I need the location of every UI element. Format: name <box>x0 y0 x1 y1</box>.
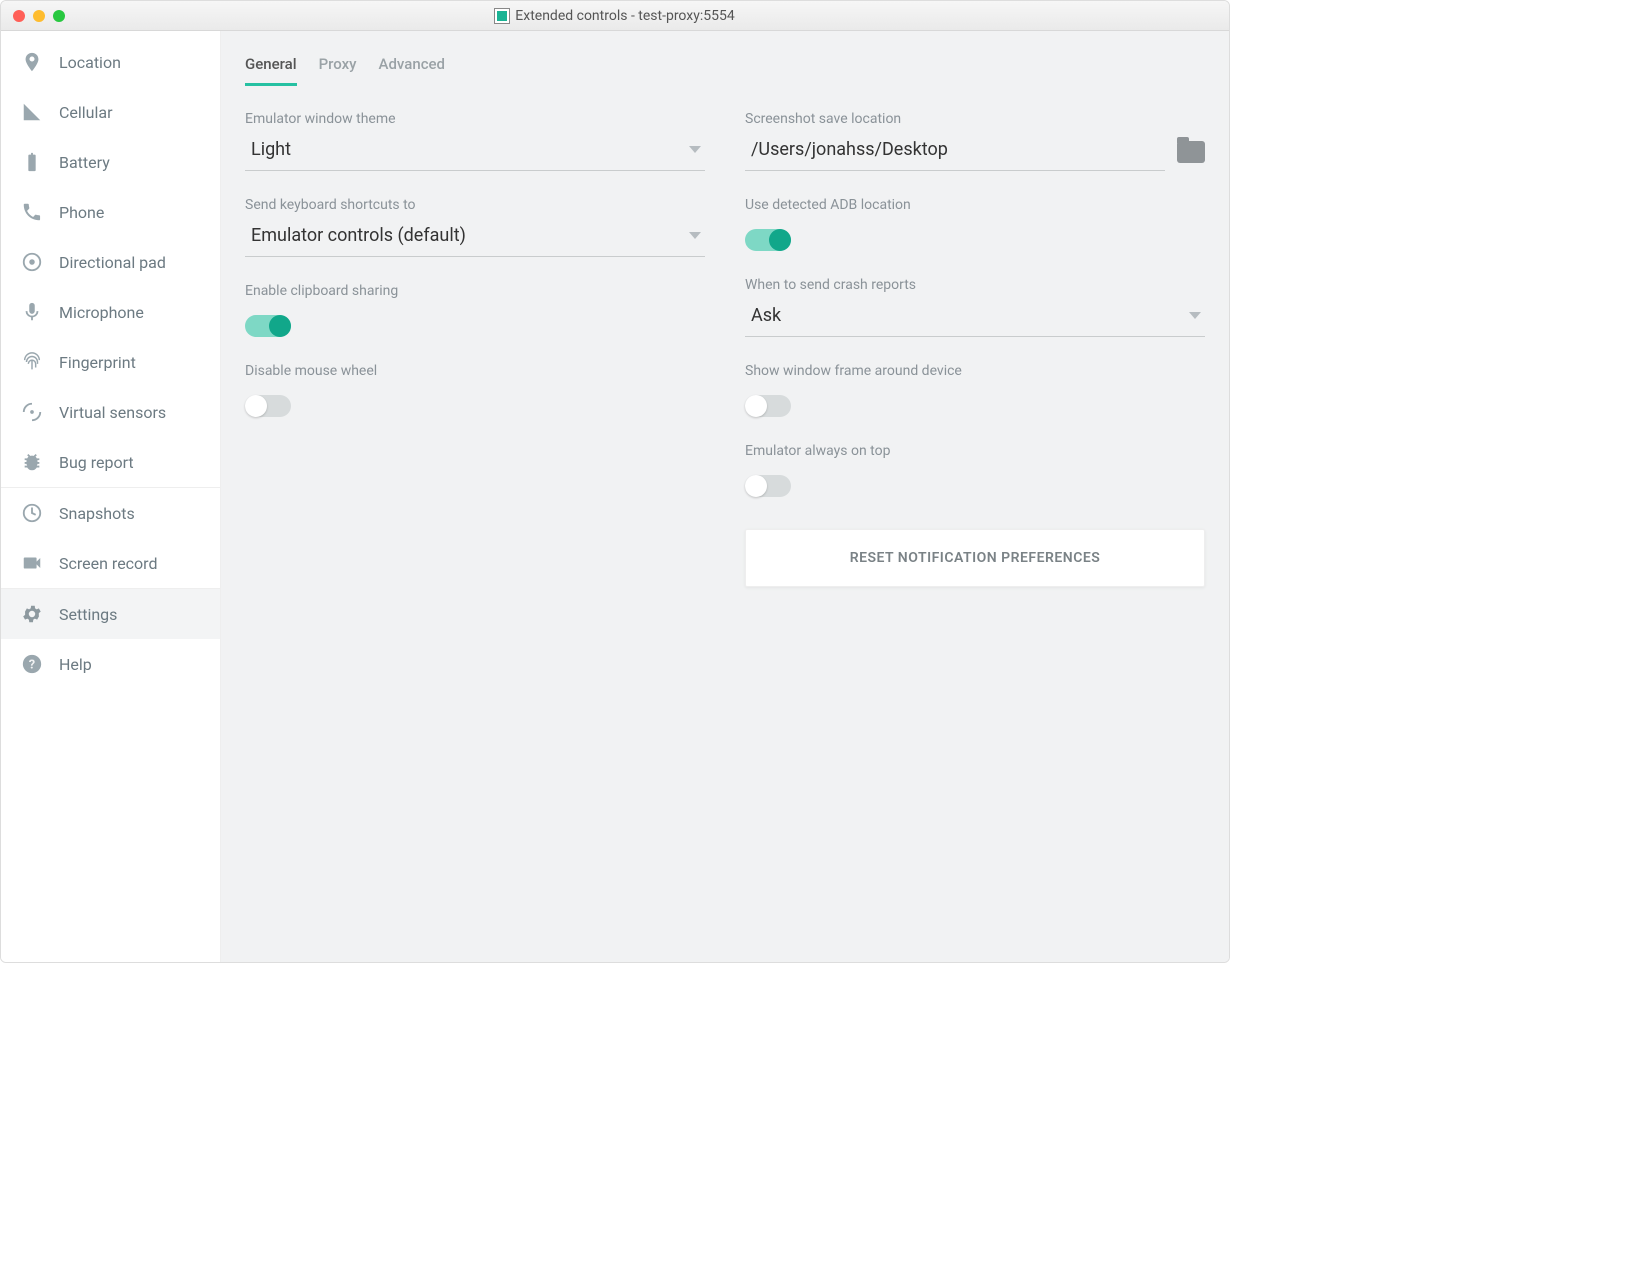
sidebar-item-label: Battery <box>59 153 110 172</box>
sidebar-item-location[interactable]: Location <box>1 37 220 87</box>
windowframe-toggle[interactable] <box>745 395 791 417</box>
mousewheel-toggle[interactable] <box>245 395 291 417</box>
window-title: Extended controls - test-proxy:5554 <box>1 8 1229 24</box>
traffic-lights <box>1 10 65 22</box>
clipboard-toggle[interactable] <box>245 315 291 337</box>
sidebar-item-help[interactable]: ? Help <box>1 639 220 689</box>
close-window-button[interactable] <box>13 10 25 22</box>
dpad-icon <box>21 251 43 273</box>
sidebar-item-cellular[interactable]: Cellular <box>1 87 220 137</box>
shortcuts-value: Emulator controls (default) <box>251 225 466 246</box>
sidebar-item-label: Settings <box>59 605 117 624</box>
sidebar-item-microphone[interactable]: Microphone <box>1 287 220 337</box>
content-pane: General Proxy Advanced Emulator window t… <box>221 31 1229 962</box>
theme-value: Light <box>251 139 291 160</box>
ontop-toggle[interactable] <box>745 475 791 497</box>
mousewheel-label: Disable mouse wheel <box>245 363 705 379</box>
theme-group: Emulator window theme Light <box>245 111 705 171</box>
sidebar-item-label: Location <box>59 53 121 72</box>
tab-general[interactable]: General <box>245 47 297 86</box>
settings-col-right: Screenshot save location /Users/jonahss/… <box>745 111 1205 938</box>
crash-value: Ask <box>751 305 781 326</box>
sidebar-item-screenrecord[interactable]: Screen record <box>1 538 220 589</box>
clipboard-group: Enable clipboard sharing <box>245 283 705 337</box>
crash-label: When to send crash reports <box>745 277 1205 293</box>
clipboard-label: Enable clipboard sharing <box>245 283 705 299</box>
shortcuts-label: Send keyboard shortcuts to <box>245 197 705 213</box>
zoom-window-button[interactable] <box>53 10 65 22</box>
crash-group: When to send crash reports Ask <box>745 277 1205 337</box>
help-icon: ? <box>21 653 43 675</box>
titlebar: Extended controls - test-proxy:5554 <box>1 1 1229 31</box>
screenshot-value: /Users/jonahss/Desktop <box>751 139 948 160</box>
sidebar-item-phone[interactable]: Phone <box>1 187 220 237</box>
battery-icon <box>21 151 43 173</box>
ontop-label: Emulator always on top <box>745 443 1205 459</box>
adb-label: Use detected ADB location <box>745 197 1205 213</box>
snapshots-icon <box>21 502 43 524</box>
sidebar-item-fingerprint[interactable]: Fingerprint <box>1 337 220 387</box>
sensors-icon <box>21 401 43 423</box>
crash-select[interactable]: Ask <box>745 299 1205 337</box>
sidebar-item-dpad[interactable]: Directional pad <box>1 237 220 287</box>
tabs: General Proxy Advanced <box>245 47 1205 87</box>
tab-proxy[interactable]: Proxy <box>319 47 357 86</box>
sidebar-item-sensors[interactable]: Virtual sensors <box>1 387 220 437</box>
window: Extended controls - test-proxy:5554 Loca… <box>0 0 1230 963</box>
sidebar-item-label: Cellular <box>59 103 113 122</box>
sidebar-item-snapshots[interactable]: Snapshots <box>1 488 220 538</box>
shortcuts-select[interactable]: Emulator controls (default) <box>245 219 705 257</box>
tab-advanced[interactable]: Advanced <box>379 47 445 86</box>
bug-icon <box>21 451 43 473</box>
location-icon <box>21 51 43 73</box>
adb-group: Use detected ADB location <box>745 197 1205 251</box>
sidebar-item-bugreport[interactable]: Bug report <box>1 437 220 488</box>
screenrecord-icon <box>21 552 43 574</box>
sidebar: Location Cellular Battery Phone Directio… <box>1 31 221 962</box>
svg-text:?: ? <box>29 658 35 673</box>
shortcuts-group: Send keyboard shortcuts to Emulator cont… <box>245 197 705 257</box>
windowframe-group: Show window frame around device <box>745 363 1205 417</box>
sidebar-item-battery[interactable]: Battery <box>1 137 220 187</box>
phone-icon <box>21 201 43 223</box>
microphone-icon <box>21 301 43 323</box>
window-title-text: Extended controls - test-proxy:5554 <box>515 8 734 24</box>
sidebar-item-label: Microphone <box>59 303 144 322</box>
mousewheel-group: Disable mouse wheel <box>245 363 705 417</box>
theme-label: Emulator window theme <box>245 111 705 127</box>
app-icon <box>495 9 509 23</box>
chevron-down-icon <box>689 232 701 239</box>
adb-toggle[interactable] <box>745 229 791 251</box>
reset-notifications-button[interactable]: RESET NOTIFICATION PREFERENCES <box>745 529 1205 587</box>
cellular-icon <box>21 101 43 123</box>
fingerprint-icon <box>21 351 43 373</box>
chevron-down-icon <box>1189 312 1201 319</box>
settings-col-left: Emulator window theme Light Send keyboar… <box>245 111 705 938</box>
sidebar-item-label: Snapshots <box>59 504 135 523</box>
screenshot-group: Screenshot save location /Users/jonahss/… <box>745 111 1205 171</box>
window-body: Location Cellular Battery Phone Directio… <box>1 31 1229 962</box>
sidebar-item-label: Help <box>59 655 92 674</box>
theme-select[interactable]: Light <box>245 133 705 171</box>
minimize-window-button[interactable] <box>33 10 45 22</box>
sidebar-item-label: Virtual sensors <box>59 403 166 422</box>
sidebar-item-label: Screen record <box>59 554 157 573</box>
settings-panel: Emulator window theme Light Send keyboar… <box>245 111 1205 938</box>
ontop-group: Emulator always on top <box>745 443 1205 497</box>
windowframe-label: Show window frame around device <box>745 363 1205 379</box>
gear-icon <box>21 603 43 625</box>
sidebar-item-label: Directional pad <box>59 253 166 272</box>
sidebar-item-label: Phone <box>59 203 104 222</box>
chevron-down-icon <box>689 146 701 153</box>
sidebar-item-label: Bug report <box>59 453 134 472</box>
browse-folder-button[interactable] <box>1177 141 1205 163</box>
sidebar-item-label: Fingerprint <box>59 353 136 372</box>
sidebar-item-settings[interactable]: Settings <box>1 589 220 639</box>
screenshot-path-field[interactable]: /Users/jonahss/Desktop <box>745 133 1165 171</box>
screenshot-label: Screenshot save location <box>745 111 1205 127</box>
